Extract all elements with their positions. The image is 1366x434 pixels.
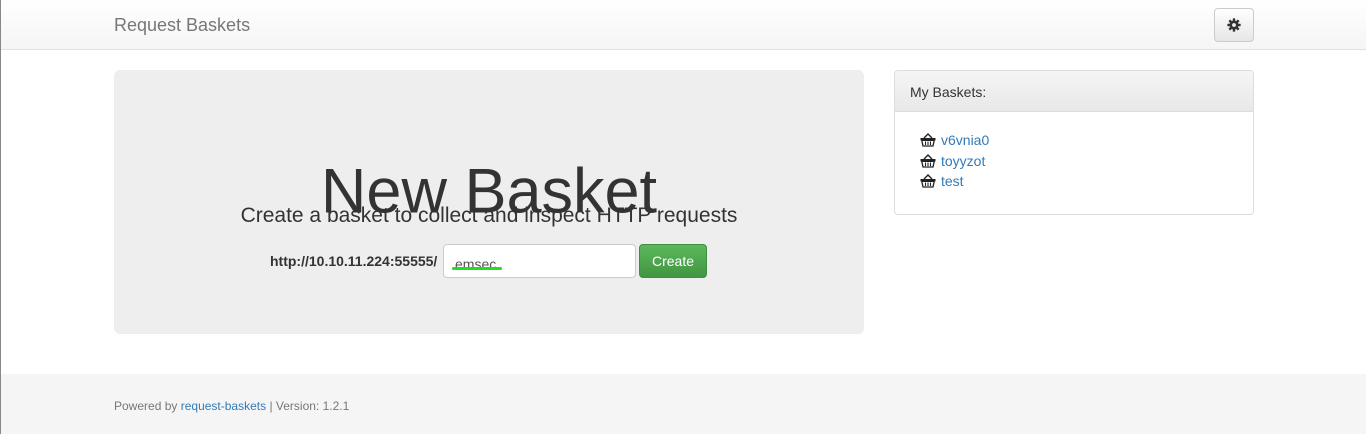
basket-list: v6vnia0 toyyzot test: [920, 130, 989, 192]
my-baskets-heading: My Baskets:: [895, 71, 1253, 112]
footer-version: | Version: 1.2.1: [269, 399, 350, 413]
footer-text: Powered by request-baskets | Version: 1.…: [114, 399, 349, 413]
footer-project-link[interactable]: request-baskets: [181, 399, 266, 413]
spellcheck-underline: [452, 267, 502, 270]
basket-list-item: toyyzot: [920, 151, 989, 172]
footer-powered-by: Powered by: [114, 399, 178, 413]
page-subtitle: Create a basket to collect and inspect H…: [240, 204, 738, 227]
new-basket-panel: New Basket Create a basket to collect an…: [114, 70, 864, 334]
basket-link-v6vnia0[interactable]: v6vnia0: [941, 132, 989, 148]
navbar: Request Baskets: [1, 0, 1366, 50]
basket-icon: [920, 133, 936, 147]
basket-url-prefix: http://10.10.11.224:55555/: [270, 253, 438, 269]
basket-link-toyyzot[interactable]: toyyzot: [941, 153, 985, 169]
settings-button[interactable]: [1214, 8, 1254, 42]
footer: Powered by request-baskets | Version: 1.…: [1, 374, 1366, 434]
my-baskets-panel: My Baskets: v6vnia0 toyyzot test: [894, 70, 1254, 215]
gear-icon: [1227, 18, 1241, 32]
basket-link-test[interactable]: test: [941, 173, 964, 189]
create-button[interactable]: Create: [639, 244, 707, 278]
basket-icon: [920, 174, 936, 188]
basket-name-input[interactable]: [443, 244, 636, 278]
basket-list-item: test: [920, 171, 989, 192]
basket-icon: [920, 153, 936, 168]
brand-title[interactable]: Request Baskets: [114, 15, 250, 36]
basket-list-item: v6vnia0: [920, 130, 989, 151]
